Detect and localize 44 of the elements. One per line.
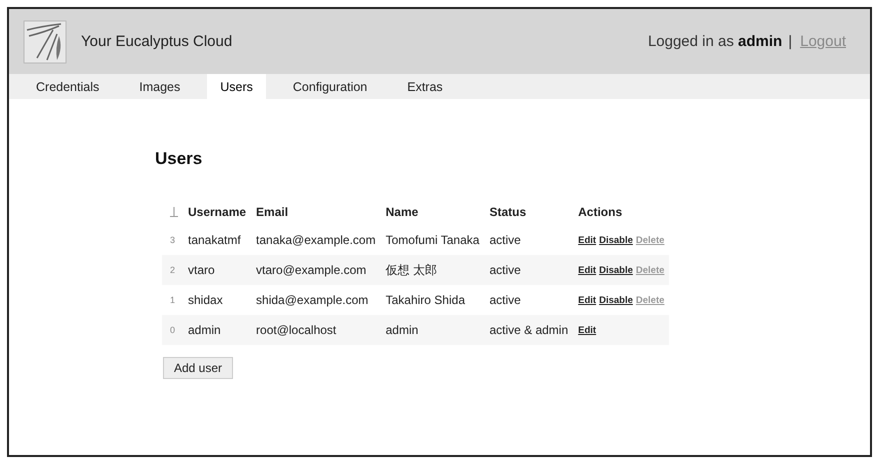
action-link[interactable]: Edit [578, 264, 596, 276]
nav-tab[interactable]: Credentials [23, 74, 112, 99]
login-status: Logged in as admin [648, 33, 782, 50]
page-heading: Users [155, 149, 204, 169]
leaf-logo-icon [23, 20, 67, 64]
table-cell: active [489, 233, 521, 247]
table-cell: active [489, 263, 521, 277]
table-cell: tanakatmf [188, 233, 241, 247]
add-user-button[interactable]: Add user [163, 357, 234, 379]
row-index: 1 [170, 295, 176, 305]
table-cell: vtaro [188, 263, 215, 277]
table-cell: vtaro@example.com [256, 263, 366, 277]
action-link[interactable]: Disable [599, 264, 633, 276]
table-cell: root@localhost [256, 323, 336, 337]
site-title: Your Eucalyptus Cloud [81, 33, 232, 50]
row-index: 2 [170, 265, 176, 275]
table-cell: 仮想 太郎 [386, 262, 437, 276]
action-link[interactable]: Edit [578, 294, 596, 306]
column-header: Actions [578, 205, 622, 219]
action-link[interactable]: Edit [578, 324, 596, 336]
table-cell: tanaka@example.com [256, 233, 376, 247]
table-cell: active & admin [489, 323, 568, 337]
action-link[interactable]: Disable [599, 234, 633, 246]
separator: | [788, 33, 792, 50]
column-header: Name [386, 205, 418, 219]
sort-icon[interactable] [170, 207, 178, 217]
table-cell: admin [188, 323, 221, 337]
column-header: Username [188, 205, 246, 219]
row-index: 3 [170, 235, 176, 245]
column-header: Email [256, 205, 288, 219]
table-cell: admin [386, 323, 418, 337]
table-cell: active [489, 293, 521, 307]
nav-tab[interactable]: Configuration [280, 74, 380, 99]
column-header: Status [489, 205, 526, 219]
table-cell: shida@example.com [256, 293, 368, 307]
action-link[interactable]: Disable [599, 294, 633, 306]
nav-tab[interactable]: Users [207, 74, 266, 99]
nav-tab[interactable]: Images [126, 74, 194, 99]
table-cell: Takahiro Shida [386, 293, 465, 307]
table-cell: shidax [188, 293, 223, 307]
row-index: 0 [170, 325, 176, 335]
table-cell: Tomofumi Tanaka [386, 233, 480, 247]
nav-tab[interactable]: Extras [394, 74, 456, 99]
action-link[interactable]: Edit [578, 234, 596, 246]
